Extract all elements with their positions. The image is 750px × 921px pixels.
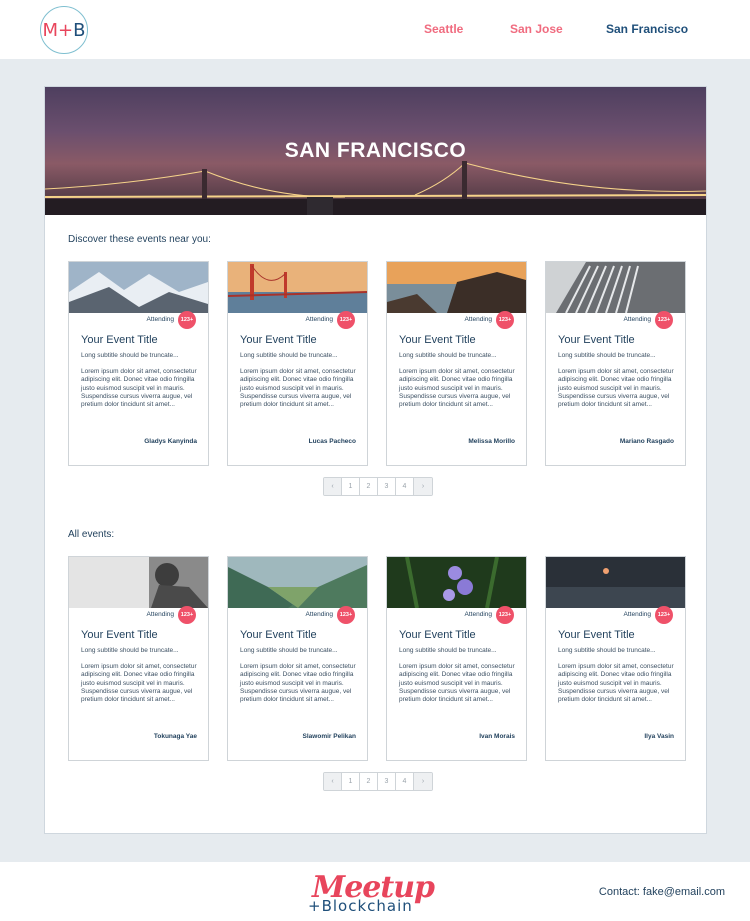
event-image-person: [69, 557, 208, 608]
attending-count-badge: 123+: [178, 311, 196, 329]
attending-count-badge: 123+: [178, 606, 196, 624]
event-author: Melissa Morillo: [468, 438, 515, 445]
event-author: Ilya Vasin: [644, 733, 674, 740]
attending-label: Attending: [146, 316, 174, 323]
logo-plus: +: [58, 19, 74, 41]
attending-count-badge: 123+: [496, 606, 514, 624]
event-author: Lucas Pacheco: [308, 438, 356, 445]
event-title[interactable]: Your Event Title: [399, 629, 476, 641]
nearby-section-title: Discover these events near you:: [68, 234, 211, 245]
pagination-page-3[interactable]: 3: [378, 773, 396, 790]
meetup-blockchain-logo[interactable]: Meetup +Blockchain: [308, 870, 444, 916]
nav-san-francisco[interactable]: San Francisco: [606, 22, 688, 36]
event-title[interactable]: Your Event Title: [558, 629, 635, 641]
event-subtitle: Long subtitle should be truncate...: [81, 352, 179, 359]
event-author: Gladys Kanyinda: [144, 438, 197, 445]
pagination-prev-button[interactable]: ‹: [324, 478, 342, 495]
pagination-page-1[interactable]: 1: [342, 478, 360, 495]
attending-label: Attending: [464, 316, 492, 323]
attending-count-badge: 123+: [337, 606, 355, 624]
attending-count-badge: 123+: [496, 311, 514, 329]
event-card[interactable]: Attending 123+ Your Event Title Long sub…: [68, 261, 209, 466]
pagination-prev-button[interactable]: ‹: [324, 773, 342, 790]
event-card[interactable]: Attending 123+ Your Event Title Long sub…: [68, 556, 209, 761]
site-header: M + B Seattle San Jose San Francisco: [0, 0, 750, 59]
event-card[interactable]: Attending 123+ Your Event Title Long sub…: [227, 556, 368, 761]
event-description: Lorem ipsum dolor sit amet, consectetur …: [558, 663, 674, 704]
main-panel: SAN FRANCISCO Discover these events near…: [44, 86, 707, 834]
logo-blockchain-text: +Blockchain: [308, 897, 413, 915]
event-card[interactable]: Attending 123+ Your Event Title Long sub…: [386, 556, 527, 761]
event-subtitle: Long subtitle should be truncate...: [81, 647, 179, 654]
logo-b: B: [73, 19, 86, 41]
mb-logo[interactable]: M + B: [40, 6, 88, 54]
event-description: Lorem ipsum dolor sit amet, consectetur …: [81, 368, 197, 409]
logo-m: M: [42, 19, 59, 41]
nav-seattle[interactable]: Seattle: [424, 22, 463, 36]
pagination-page-4[interactable]: 4: [396, 478, 414, 495]
event-title[interactable]: Your Event Title: [240, 334, 317, 346]
attending-label: Attending: [305, 611, 333, 618]
pagination-page-4[interactable]: 4: [396, 773, 414, 790]
event-author: Tokunaga Yae: [153, 733, 197, 740]
event-title[interactable]: Your Event Title: [240, 629, 317, 641]
attending-count-badge: 123+: [655, 606, 673, 624]
event-author: Ivan Morais: [479, 733, 515, 740]
event-title[interactable]: Your Event Title: [81, 629, 158, 641]
event-description: Lorem ipsum dolor sit amet, consectetur …: [399, 663, 515, 704]
event-description: Lorem ipsum dolor sit amet, consectetur …: [240, 663, 356, 704]
event-subtitle: Long subtitle should be truncate...: [399, 352, 497, 359]
hero-banner: SAN FRANCISCO: [45, 87, 706, 215]
event-subtitle: Long subtitle should be truncate...: [558, 647, 656, 654]
attending-count-badge: 123+: [337, 311, 355, 329]
attending-count-badge: 123+: [655, 311, 673, 329]
event-author: Mariano Rasgado: [619, 438, 674, 445]
attending-label: Attending: [146, 611, 174, 618]
event-card[interactable]: Attending 123+ Your Event Title Long sub…: [545, 261, 686, 466]
attending-label: Attending: [305, 316, 333, 323]
event-card[interactable]: Attending 123+ Your Event Title Long sub…: [386, 261, 527, 466]
event-subtitle: Long subtitle should be truncate...: [240, 352, 338, 359]
pagination-page-3[interactable]: 3: [378, 478, 396, 495]
event-image-flower: [387, 557, 526, 608]
event-title[interactable]: Your Event Title: [81, 334, 158, 346]
pagination-next-button[interactable]: ›: [414, 478, 432, 495]
all-events-pagination: ‹ 1 2 3 4 ›: [323, 772, 433, 791]
nav-san-jose[interactable]: San Jose: [510, 22, 563, 36]
pagination-next-button[interactable]: ›: [414, 773, 432, 790]
event-card[interactable]: Attending 123+ Your Event Title Long sub…: [545, 556, 686, 761]
event-description: Lorem ipsum dolor sit amet, consectetur …: [240, 368, 356, 409]
event-description: Lorem ipsum dolor sit amet, consectetur …: [81, 663, 197, 704]
attending-label: Attending: [623, 316, 651, 323]
event-author: Slawomir Pelikan: [302, 733, 356, 740]
event-image-coast: [387, 262, 526, 313]
event-card[interactable]: Attending 123+ Your Event Title Long sub…: [227, 261, 368, 466]
event-title[interactable]: Your Event Title: [399, 334, 476, 346]
contact-email[interactable]: Contact: fake@email.com: [599, 886, 725, 898]
pagination-page-2[interactable]: 2: [360, 478, 378, 495]
pagination-page-2[interactable]: 2: [360, 773, 378, 790]
event-image-night: [546, 557, 685, 608]
nearby-pagination: ‹ 1 2 3 4 ›: [323, 477, 433, 496]
attending-label: Attending: [623, 611, 651, 618]
event-image-building: [546, 262, 685, 313]
site-footer: Meetup +Blockchain Contact: fake@email.c…: [0, 862, 750, 921]
event-title[interactable]: Your Event Title: [558, 334, 635, 346]
hero-title: SAN FRANCISCO: [284, 139, 467, 162]
pagination-page-1[interactable]: 1: [342, 773, 360, 790]
event-image-mountains: [69, 262, 208, 313]
event-subtitle: Long subtitle should be truncate...: [399, 647, 497, 654]
event-subtitle: Long subtitle should be truncate...: [240, 647, 338, 654]
attending-label: Attending: [464, 611, 492, 618]
event-image-valley: [228, 557, 367, 608]
event-subtitle: Long subtitle should be truncate...: [558, 352, 656, 359]
event-description: Lorem ipsum dolor sit amet, consectetur …: [558, 368, 674, 409]
event-image-golden-gate: [228, 262, 367, 313]
all-events-section-title: All events:: [68, 529, 115, 540]
event-description: Lorem ipsum dolor sit amet, consectetur …: [399, 368, 515, 409]
